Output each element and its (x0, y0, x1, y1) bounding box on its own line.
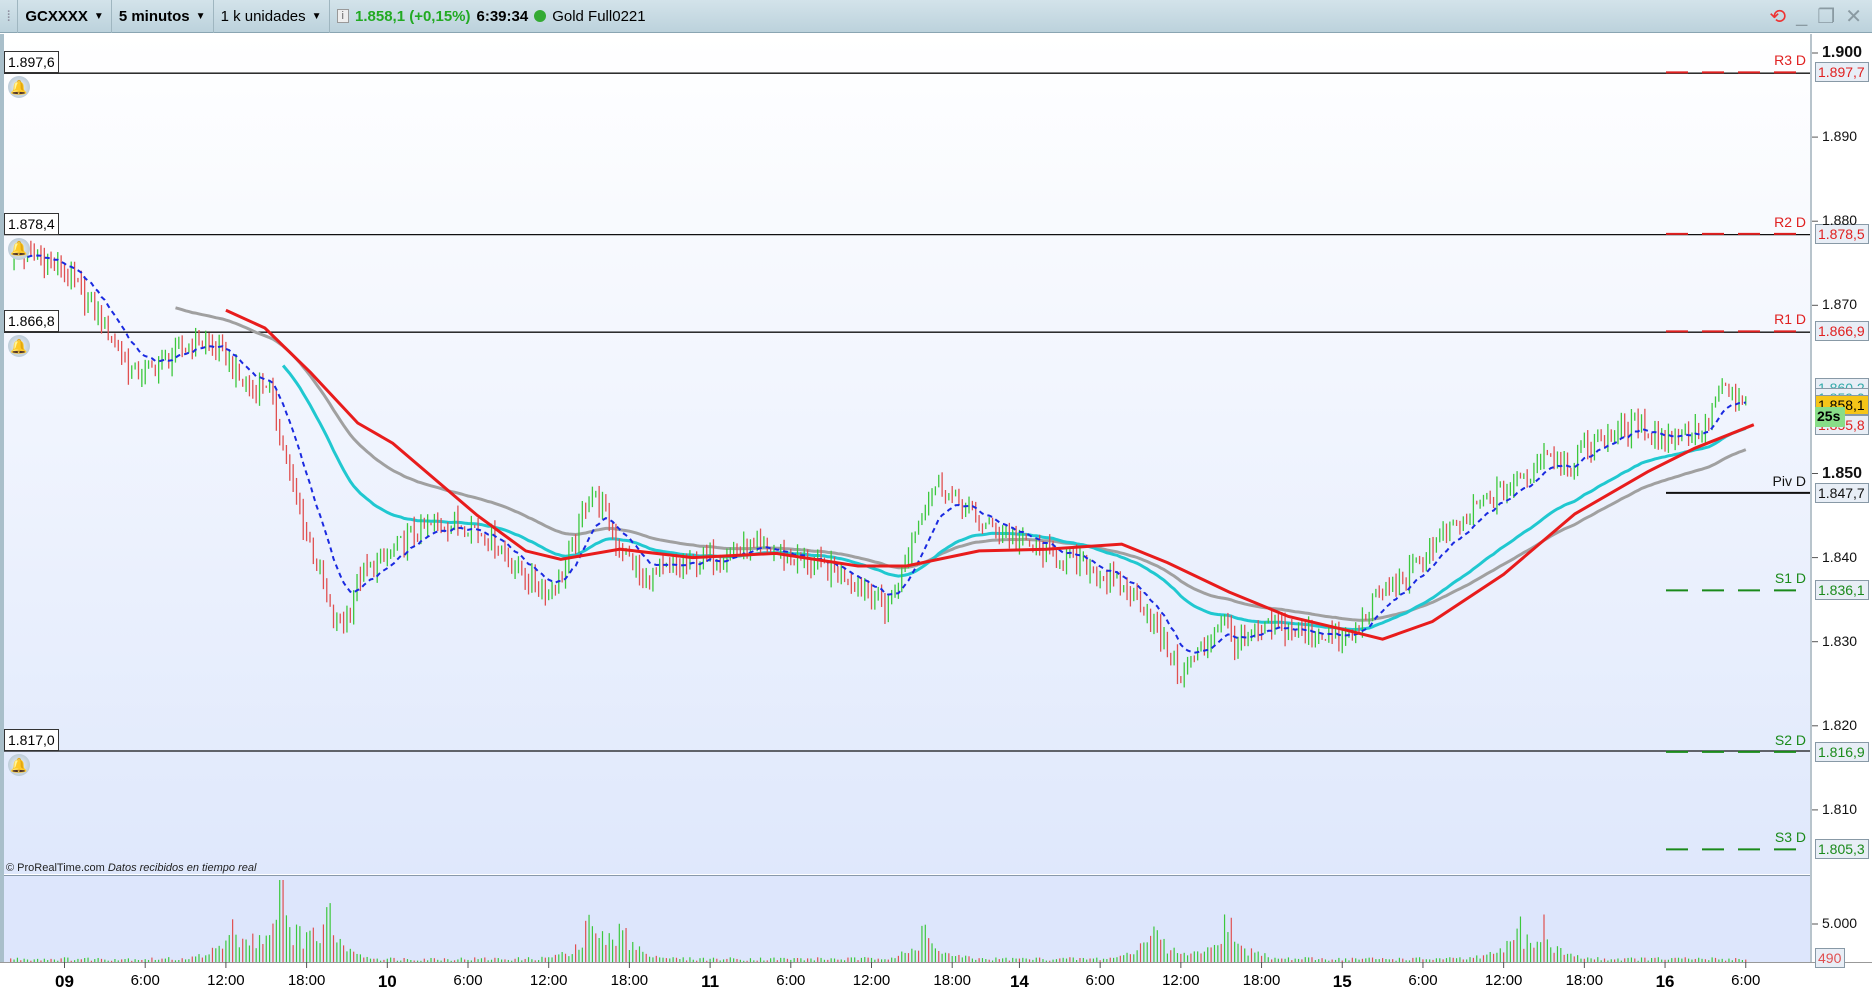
credit: © ProRealTime.com Datos recibidos en tie… (6, 862, 256, 874)
chevron-down-icon: ▼ (93, 10, 104, 22)
x-tick-label: 18:00 (933, 972, 971, 989)
x-tick-label: 12:00 (1484, 972, 1523, 989)
vol-tick-label: 5.000 (1822, 915, 1858, 931)
pivot-label: S1 D (1774, 570, 1806, 587)
bell-icon[interactable]: 🔔 (8, 76, 30, 99)
sync-icon[interactable]: ⟲ (1769, 4, 1786, 29)
status-dot-icon (534, 10, 547, 22)
x-tick-label: 18:00 (1242, 972, 1281, 989)
price-pane[interactable] (0, 34, 1810, 874)
x-tick-label: 12:00 (207, 972, 245, 989)
alert-level-label[interactable]: 1.897,6 (4, 51, 59, 74)
pivot-price-tag: 1.847,7 (1815, 482, 1869, 503)
left-border (0, 34, 4, 962)
minimize-icon[interactable]: _ (1796, 5, 1807, 28)
pivot-price-tag: 1.816,9 (1815, 741, 1869, 762)
bell-icon[interactable]: 🔔 (8, 335, 30, 358)
chevron-down-icon: ▼ (195, 10, 206, 22)
y-tick-label: 1.880 (1822, 212, 1858, 229)
x-tick-label: 09 (55, 972, 74, 991)
y-tick-label: 1.810 (1822, 800, 1858, 817)
pivot-label: R3 D (1774, 52, 1806, 69)
x-tick-label: 16 (1655, 972, 1675, 991)
units-label: 1 k unidades (220, 7, 306, 25)
pivot-label: S3 D (1774, 829, 1806, 846)
x-tick-label: 6:00 (1731, 972, 1761, 989)
y-tick-label: 1.820 (1822, 716, 1858, 733)
pivot-price-tag: 1.897,7 (1815, 62, 1869, 83)
drag-handle[interactable]: ⦙ (0, 0, 19, 33)
alert-level-label[interactable]: 1.866,8 (4, 310, 59, 333)
x-tick-label: 6:00 (1408, 972, 1438, 989)
x-tick-label: 18:00 (1565, 972, 1604, 989)
restore-icon[interactable]: ❐ (1817, 4, 1835, 29)
info-icon[interactable]: i (336, 9, 349, 23)
symbol-label: GCXXXX (25, 7, 88, 25)
x-tick-label: 6:00 (453, 972, 483, 989)
volume-pane[interactable] (0, 875, 1810, 962)
volume-last-tag: 490 (1815, 948, 1845, 969)
x-tick-label: 6:00 (1085, 972, 1115, 989)
chevron-down-icon: ▼ (311, 10, 322, 22)
pivot-label: R2 D (1774, 213, 1806, 230)
y-tick-label: 1.850 (1822, 464, 1863, 482)
close-icon[interactable]: ✕ (1845, 4, 1862, 29)
x-tick-label: 6:00 (130, 972, 160, 989)
pivot-label: R1 D (1774, 311, 1806, 328)
bell-icon[interactable]: 🔔 (8, 237, 30, 260)
alert-level-label[interactable]: 1.878,4 (4, 212, 59, 235)
last-price: 1.858,1 (+0,15%) (355, 7, 471, 25)
x-tick-label: 18:00 (610, 972, 649, 989)
x-tick-label: 11 (701, 972, 720, 991)
pivot-price-tag: 1.866,9 (1815, 321, 1869, 342)
timeframe-label: 5 minutos (118, 7, 190, 25)
bell-icon[interactable]: 🔔 (8, 754, 30, 777)
y-tick-label: 1.840 (1822, 548, 1858, 565)
x-tick-label: 14 (1009, 972, 1029, 991)
y-tick-label: 1.870 (1822, 296, 1858, 313)
chart-toolbar: ⦙ GCXXXX ▼ 5 minutos ▼ 1 k unidades ▼ i 1.8… (0, 0, 1872, 33)
symbol-selector[interactable]: GCXXXX ▼ (18, 0, 112, 33)
y-tick-label: 1.900 (1822, 44, 1863, 61)
pivot-label: Piv D (1772, 472, 1806, 489)
x-tick-label: 12:00 (852, 972, 891, 989)
pivot-price-tag: 1.805,3 (1815, 839, 1869, 860)
credit-brand: © ProRealTime.com (6, 862, 105, 874)
data-status: Datos recibidos en tiempo real (107, 862, 257, 874)
y-tick-label: 1.890 (1822, 128, 1858, 145)
units-selector[interactable]: 1 k unidades ▼ (214, 0, 330, 33)
x-tick-label: 12:00 (529, 972, 568, 989)
timeframe-selector[interactable]: 5 minutos ▼ (112, 0, 214, 33)
pivot-label: S2 D (1774, 731, 1806, 748)
instrument-name: Gold Full0221 (552, 7, 646, 25)
x-tick-label: 10 (377, 972, 397, 991)
countdown-badge: 25s (1815, 407, 1845, 428)
x-tick-label: 18:00 (287, 972, 326, 989)
alert-level-label[interactable]: 1.817,0 (4, 729, 59, 752)
x-tick-label: 6:00 (776, 972, 806, 989)
x-tick-label: 12:00 (1162, 972, 1200, 989)
x-tick-label: 15 (1332, 972, 1352, 991)
y-tick-label: 1.830 (1822, 632, 1858, 649)
pivot-price-tag: 1.836,1 (1815, 580, 1869, 601)
clock: 6:39:34 (476, 7, 529, 25)
